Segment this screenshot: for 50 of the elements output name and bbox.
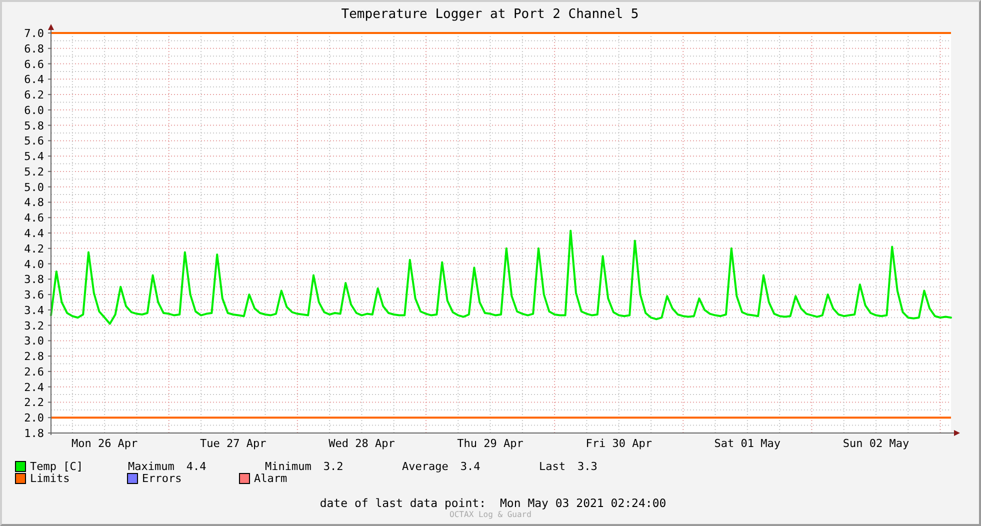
axis-label: 6.8 — [24, 42, 44, 56]
legend-label: Limits — [30, 472, 70, 484]
axis-label: 5.6 — [24, 134, 44, 148]
axis-label: 4.6 — [24, 212, 44, 225]
axis-label: 6.6 — [24, 58, 44, 71]
axis-label: 3.2 — [24, 319, 44, 332]
axis-label: 2.8 — [24, 350, 44, 364]
watermark-text: OCTAX Log & Guard — [448, 510, 532, 519]
axis-label: 4.4 — [24, 227, 44, 240]
axis-label: 5.8 — [24, 119, 44, 132]
axis-label: Mon 26 Apr — [71, 437, 138, 450]
legend-label: Temp [C] — [30, 460, 83, 472]
stat-label: Minimum — [265, 460, 312, 472]
stat-value: 3.3 — [578, 460, 598, 472]
stat-label: Average — [402, 460, 448, 472]
axis-label: 6.4 — [24, 73, 44, 86]
axis-label: Wed 28 Apr — [328, 437, 395, 450]
axis-label: 3.4 — [24, 304, 44, 317]
legend-label: Errors — [142, 472, 182, 484]
axis-label: 5.4 — [24, 150, 44, 164]
stat-label: Last — [539, 460, 566, 472]
stat-value: 4.4 — [186, 460, 206, 472]
axis-label: 6.2 — [24, 88, 44, 102]
footer-label: date of last data point: — [320, 496, 486, 510]
legend-label: Alarm — [254, 472, 288, 484]
axis-label: 3.0 — [24, 334, 44, 348]
chart-title: Temperature Logger at Port 2 Channel 5 — [341, 7, 639, 22]
stat-label: Maximum — [128, 460, 174, 472]
axis-label: Fri 30 Apr — [586, 437, 652, 450]
axis-label: 4.8 — [24, 196, 44, 210]
axis-label: 3.8 — [24, 273, 44, 286]
axis-label: 4.2 — [24, 242, 44, 256]
axis-label: 6.0 — [24, 104, 44, 117]
axis-label: 2.2 — [24, 396, 44, 410]
axis-label: 4.0 — [24, 258, 44, 271]
axis-label: Tue 27 Apr — [200, 437, 266, 450]
axis-label: 3.6 — [24, 288, 44, 302]
axis-label: 1.8 — [24, 427, 44, 440]
footer-value: Mon May 03 2021 02:24:00 — [500, 496, 666, 510]
axis-label: 2.4 — [24, 380, 44, 394]
axis-label: 5.0 — [24, 180, 44, 194]
stat-value: 3.4 — [460, 460, 480, 472]
axis-label: Sat 01 May — [714, 437, 781, 450]
axis-label: 2.6 — [24, 365, 44, 378]
axis-label: Thu 29 Apr — [457, 437, 524, 450]
stat-value: 3.2 — [323, 460, 344, 472]
axis-label: 7.0 — [24, 27, 44, 40]
axis-label: 5.2 — [24, 165, 44, 178]
axis-label: Sun 02 May — [842, 437, 910, 450]
axis-label: 2.0 — [24, 412, 44, 425]
